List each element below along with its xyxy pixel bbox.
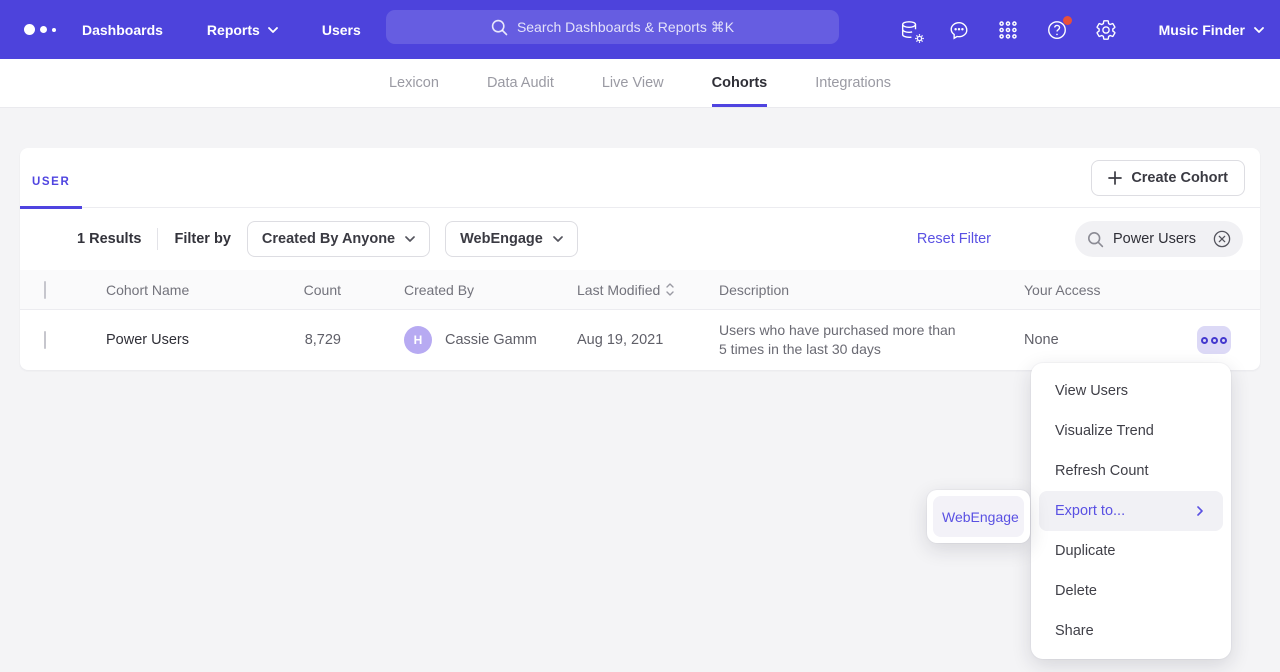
ellipsis-ring: [1211, 337, 1218, 344]
messages-icon[interactable]: [947, 18, 971, 42]
tab-data-audit[interactable]: Data Audit: [487, 59, 554, 107]
cohort-search-value: Power Users: [1113, 231, 1204, 247]
nav-reports-label: Reports: [207, 22, 260, 38]
count-cell: 8,729: [260, 332, 341, 348]
filter-bar: 1 Results Filter by Created By Anyone We…: [20, 208, 1260, 270]
menu-item-duplicate[interactable]: Duplicate: [1039, 531, 1223, 571]
col-count[interactable]: Count: [260, 282, 341, 298]
cohorts-card: USER Create Cohort 1 Results Filter by C…: [20, 148, 1260, 370]
menu-item-export-to[interactable]: Export to...: [1039, 491, 1223, 531]
primary-nav: Dashboards Reports Users: [82, 12, 405, 48]
description-cell: Users who have purchased more than 5 tim…: [719, 321, 1024, 359]
menu-item-visualize-trend[interactable]: Visualize Trend: [1039, 411, 1223, 451]
cohort-search-input[interactable]: Power Users: [1075, 221, 1243, 257]
logo-dot-small: [52, 28, 56, 32]
col-cohort-name[interactable]: Cohort Name: [106, 282, 260, 298]
search-icon: [1087, 231, 1104, 248]
create-cohort-button[interactable]: Create Cohort: [1091, 160, 1245, 196]
sort-icon: [666, 283, 674, 296]
table-row[interactable]: Power Users 8,729 H Cassie Gamm Aug 19, …: [20, 310, 1260, 370]
ellipsis-ring: [1220, 337, 1227, 344]
nav-users[interactable]: Users: [322, 12, 361, 48]
data-management-icon[interactable]: [898, 18, 922, 42]
top-navbar: Dashboards Reports Users Search Dashboar…: [0, 0, 1280, 59]
row-more-actions-button[interactable]: [1197, 326, 1231, 354]
settings-gear-icon[interactable]: [1094, 18, 1118, 42]
filter-by-label: Filter by: [174, 231, 230, 247]
chevron-down-icon: [405, 236, 415, 242]
col-description[interactable]: Description: [719, 282, 1024, 298]
project-switcher[interactable]: Music Finder: [1159, 22, 1264, 38]
integration-dropdown[interactable]: WebEngage: [445, 221, 578, 257]
results-count: 1 Results: [77, 231, 141, 247]
chevron-down-icon: [268, 27, 278, 33]
nav-dashboards[interactable]: Dashboards: [82, 12, 163, 48]
col-last-modified[interactable]: Last Modified: [577, 282, 719, 298]
col-created-by[interactable]: Created By: [404, 282, 577, 298]
created-by-cell: H Cassie Gamm: [404, 326, 577, 354]
global-search-input[interactable]: Search Dashboards & Reports ⌘K: [386, 10, 839, 44]
submenu-arrow-icon: [1197, 506, 1203, 516]
menu-item-export-to-label: Export to...: [1055, 503, 1125, 519]
menu-item-view-users[interactable]: View Users: [1039, 371, 1223, 411]
app-viewport: Dashboards Reports Users Search Dashboar…: [0, 0, 1280, 672]
nav-reports[interactable]: Reports: [207, 12, 278, 48]
row-checkbox[interactable]: [44, 331, 46, 349]
last-modified-cell: Aug 19, 2021: [577, 332, 719, 348]
notification-badge: [1063, 16, 1072, 25]
plus-icon: [1108, 171, 1122, 185]
reset-filter-link[interactable]: Reset Filter: [917, 231, 991, 247]
chevron-down-icon: [553, 236, 563, 242]
ellipsis-ring: [1201, 337, 1208, 344]
export-submenu: WebEngage: [927, 490, 1030, 543]
tab-lexicon[interactable]: Lexicon: [389, 59, 439, 107]
tab-live-view[interactable]: Live View: [602, 59, 664, 107]
table-header-row: Cohort Name Count Created By Last Modifi…: [20, 270, 1260, 310]
topnav-right-cluster: Music Finder: [898, 0, 1264, 59]
search-icon: [491, 19, 508, 36]
card-header: USER Create Cohort: [20, 148, 1260, 208]
menu-item-refresh-count[interactable]: Refresh Count: [1039, 451, 1223, 491]
logo-dot-medium: [40, 26, 47, 33]
create-cohort-label: Create Cohort: [1131, 170, 1228, 186]
mini-gear-icon: [913, 32, 926, 45]
created-by-dropdown[interactable]: Created By Anyone: [247, 221, 430, 257]
cohort-name-cell[interactable]: Power Users: [106, 332, 260, 348]
created-by-name: Cassie Gamm: [445, 332, 537, 348]
logo-dot-large: [24, 24, 35, 35]
chevron-down-icon: [1254, 27, 1264, 33]
col-last-modified-label: Last Modified: [577, 282, 660, 298]
tab-cohorts[interactable]: Cohorts: [712, 59, 768, 107]
mixpanel-logo[interactable]: [24, 24, 64, 35]
select-all-checkbox[interactable]: [44, 281, 46, 299]
avatar: H: [404, 326, 432, 354]
col-your-access[interactable]: Your Access: [1024, 282, 1260, 298]
table-body: Power Users 8,729 H Cassie Gamm Aug 19, …: [20, 310, 1260, 370]
tab-integrations[interactable]: Integrations: [815, 59, 891, 107]
created-by-dropdown-value: Created By Anyone: [262, 231, 395, 247]
project-name: Music Finder: [1159, 22, 1245, 38]
global-search-placeholder: Search Dashboards & Reports ⌘K: [517, 19, 734, 36]
row-actions-menu: View Users Visualize Trend Refresh Count…: [1031, 363, 1231, 659]
menu-item-delete[interactable]: Delete: [1039, 571, 1223, 611]
clear-search-icon[interactable]: [1213, 230, 1231, 248]
apps-grid-icon[interactable]: [996, 18, 1020, 42]
tab-user[interactable]: USER: [20, 176, 82, 209]
secondary-nav: Lexicon Data Audit Live View Cohorts Int…: [0, 59, 1280, 108]
divider: [157, 228, 158, 250]
help-icon[interactable]: [1045, 18, 1069, 42]
menu-item-share[interactable]: Share: [1039, 611, 1223, 651]
submenu-item-webengage[interactable]: WebEngage: [933, 496, 1024, 537]
integration-dropdown-value: WebEngage: [460, 231, 543, 247]
